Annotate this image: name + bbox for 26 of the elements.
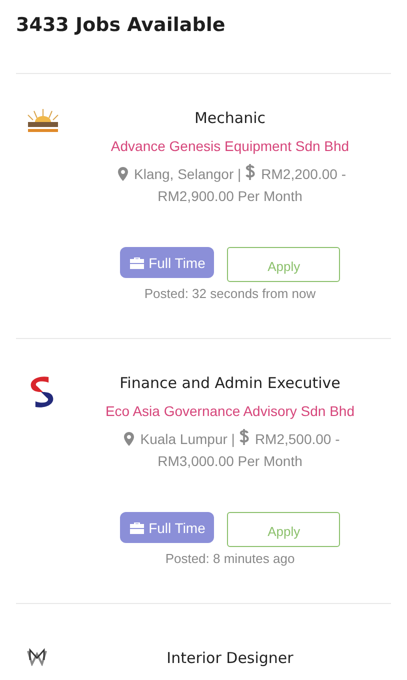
salary-text: RM2,200.00 - [261, 166, 346, 182]
briefcase-icon [128, 520, 145, 534]
apply-button[interactable]: Apply [227, 247, 340, 282]
location-text: Kuala Lumpur | [140, 431, 235, 447]
dollar-icon [238, 428, 249, 446]
apply-button[interactable]: Apply [227, 512, 340, 547]
page-heading: 3433 Jobs Available [16, 0, 391, 74]
salary-text: RM3,000.00 Per Month [158, 452, 302, 471]
location-text: Klang, Selangor | [134, 166, 242, 182]
posted-time: Posted: 32 seconds from now [144, 285, 316, 302]
briefcase-icon [128, 256, 145, 270]
job-title[interactable]: Interior Designer [166, 648, 294, 668]
monogram-logo-icon [26, 648, 48, 666]
dollar-icon [245, 163, 256, 181]
sun-logo-icon [26, 108, 60, 134]
salary-text: RM2,500.00 - [254, 431, 340, 447]
location-pin-icon [124, 432, 134, 446]
salary-text: RM2,900.00 Per Month [158, 187, 302, 206]
posted-time: Posted: 8 minutes ago [165, 550, 295, 567]
job-type-badge: Full Time [120, 247, 214, 278]
job-title[interactable]: Finance and Admin Executive [120, 373, 340, 393]
job-type-badge: Full Time [120, 512, 214, 543]
company-name[interactable]: Eco Asia Governance Advisory Sdn Bhd [105, 401, 355, 421]
location-pin-icon [118, 167, 128, 181]
job-title[interactable]: Mechanic [194, 108, 266, 128]
company-name[interactable]: Advance Genesis Equipment Sdn Bhd [110, 136, 350, 156]
